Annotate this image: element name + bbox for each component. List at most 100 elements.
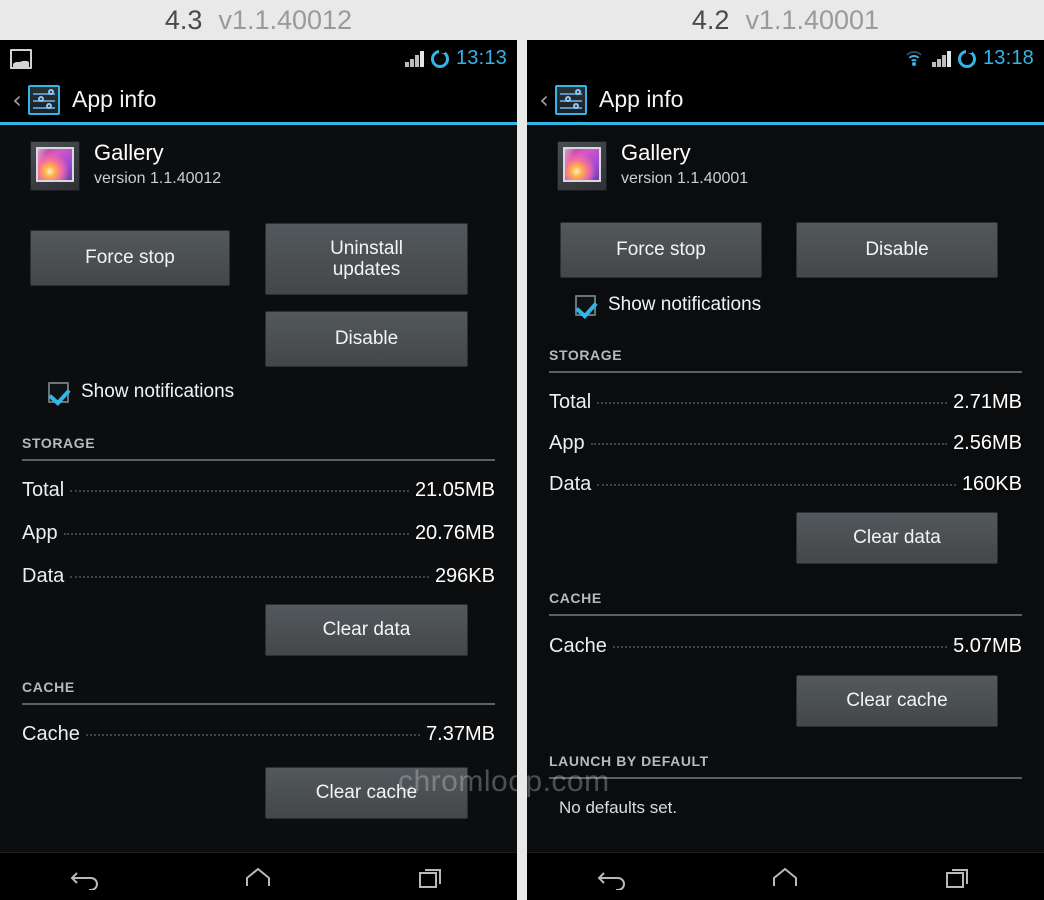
back-icon[interactable] [596, 864, 630, 890]
cache-header-label: CACHE [22, 679, 75, 695]
checkbox-box-icon[interactable] [575, 294, 596, 316]
row-value: 5.07MB [953, 635, 1022, 657]
caption-right-os-version: 4.2 [691, 4, 730, 35]
navigation-bar [0, 852, 517, 900]
cache-row-cache: Cache 5.07MB [549, 635, 1022, 658]
disable-button[interactable]: Disable [265, 311, 468, 367]
row-key: Cache [549, 635, 607, 657]
cache-row-cache: Cache 7.37MB [22, 723, 495, 746]
storage-divider [549, 371, 1022, 373]
home-icon[interactable] [241, 864, 275, 890]
row-dots [70, 490, 409, 492]
clear-cache-button[interactable]: Clear cache [796, 675, 998, 727]
row-key: Total [22, 479, 65, 501]
wifi-icon [903, 50, 926, 67]
app-version: version 1.1.40001 [621, 170, 749, 188]
app-name: Gallery [94, 140, 164, 165]
app-info-content: Gallery version 1.1.40001 Force stop Dis… [527, 125, 1044, 891]
show-notifications-label: Show notifications [608, 294, 762, 315]
uninstall-updates-button[interactable]: Uninstall updates [265, 223, 468, 295]
caption-left-app-build: v1.1.40012 [218, 4, 353, 35]
caption-right-app-build: v1.1.40001 [745, 4, 880, 35]
settings-sliders-icon [555, 84, 587, 115]
show-notifications-checkbox[interactable]: Show notifications [48, 381, 234, 403]
status-bar-system-icons: 13:18 [903, 47, 1034, 70]
storage-header-label: STORAGE [22, 435, 96, 451]
force-stop-button[interactable]: Force stop [30, 230, 230, 286]
no-defaults-set-text: No defaults set. [559, 798, 678, 817]
row-value: 20.76MB [414, 522, 495, 544]
storage-row-app: App 2.56MB [549, 432, 1022, 455]
recents-icon[interactable] [941, 864, 975, 890]
status-bar-clock: 13:13 [455, 47, 507, 69]
app-header: Gallery version 1.1.40001 [541, 125, 1030, 191]
disable-button[interactable]: Disable [796, 222, 998, 278]
screenshot-stage: 4.3 v1.1.40012 4.2 v1.1.40001 13:13 ‹ Ap… [0, 0, 1044, 900]
page-title: App info [599, 86, 684, 112]
clear-data-button[interactable]: Clear data [796, 512, 998, 564]
storage-row-data: Data 160KB [549, 473, 1022, 496]
row-value: 7.37MB [426, 723, 495, 745]
sync-circle-icon [957, 48, 976, 68]
action-bar[interactable]: ‹ App info [0, 77, 517, 125]
row-dots [597, 484, 956, 486]
status-bar-system-icons: 13:13 [405, 47, 507, 70]
cache-header-label: CACHE [549, 590, 602, 606]
storage-header-label: STORAGE [549, 347, 623, 363]
cache-divider [549, 614, 1022, 616]
show-notifications-label: Show notifications [81, 381, 235, 402]
storage-row-total: Total 2.71MB [549, 391, 1022, 414]
checkbox-box-icon[interactable] [48, 381, 69, 403]
app-name: Gallery [621, 140, 691, 165]
recents-icon[interactable] [414, 864, 448, 890]
action-bar[interactable]: ‹ App info [527, 77, 1044, 125]
show-notifications-checkbox[interactable]: Show notifications [575, 294, 761, 316]
home-icon[interactable] [768, 864, 802, 890]
row-dots [85, 734, 421, 736]
row-value: 160KB [961, 473, 1022, 495]
clear-cache-button[interactable]: Clear cache [265, 767, 468, 819]
caption-left-os-version: 4.3 [164, 4, 203, 35]
row-dots [70, 576, 429, 578]
launch-by-default-section-header: LAUNCH BY DEFAULT [549, 753, 1022, 779]
back-chevron-icon[interactable]: ‹ [535, 88, 553, 112]
status-bar: 13:18 [527, 40, 1044, 77]
row-value: 2.56MB [953, 432, 1022, 454]
caption-left: 4.3 v1.1.40012 [0, 0, 517, 40]
storage-row-total: Total 21.05MB [22, 479, 495, 502]
row-key: App [22, 522, 58, 544]
phone-screenshot-android-4-2: 13:18 ‹ App info Gallery version 1.1.400… [527, 40, 1044, 900]
signal-bars-icon [405, 50, 424, 67]
row-dots [63, 533, 409, 535]
settings-sliders-icon [28, 84, 60, 115]
row-key: Data [549, 473, 592, 495]
photo-icon [10, 48, 32, 69]
row-value: 21.05MB [414, 479, 495, 501]
phone-screenshot-android-4-3: 13:13 ‹ App info Gallery version 1.1.400… [0, 40, 517, 900]
gallery-app-icon [30, 141, 80, 191]
clear-data-button[interactable]: Clear data [265, 604, 468, 656]
row-key: App [549, 432, 585, 454]
status-bar-clock: 13:18 [982, 47, 1034, 69]
row-value: 2.71MB [953, 391, 1022, 413]
row-dots [590, 443, 948, 445]
row-key: Total [549, 391, 592, 413]
storage-section-header: STORAGE [22, 435, 495, 461]
row-dots [612, 646, 948, 648]
row-value: 296KB [434, 565, 495, 587]
caption-right: 4.2 v1.1.40001 [527, 0, 1044, 40]
page-title: App info [72, 86, 157, 112]
app-header: Gallery version 1.1.40012 [14, 125, 503, 191]
status-bar-notifications [10, 48, 32, 69]
storage-row-data: Data 296KB [22, 565, 495, 588]
storage-divider [22, 459, 495, 461]
app-version: version 1.1.40012 [94, 170, 222, 188]
back-chevron-icon[interactable]: ‹ [8, 88, 26, 112]
back-icon[interactable] [69, 864, 103, 890]
launch-by-default-header-label: LAUNCH BY DEFAULT [549, 753, 709, 769]
force-stop-button[interactable]: Force stop [560, 222, 762, 278]
panel-gap [517, 40, 527, 900]
cache-section-header: CACHE [549, 590, 1022, 616]
status-bar: 13:13 [0, 40, 517, 77]
gallery-app-icon [557, 141, 607, 191]
